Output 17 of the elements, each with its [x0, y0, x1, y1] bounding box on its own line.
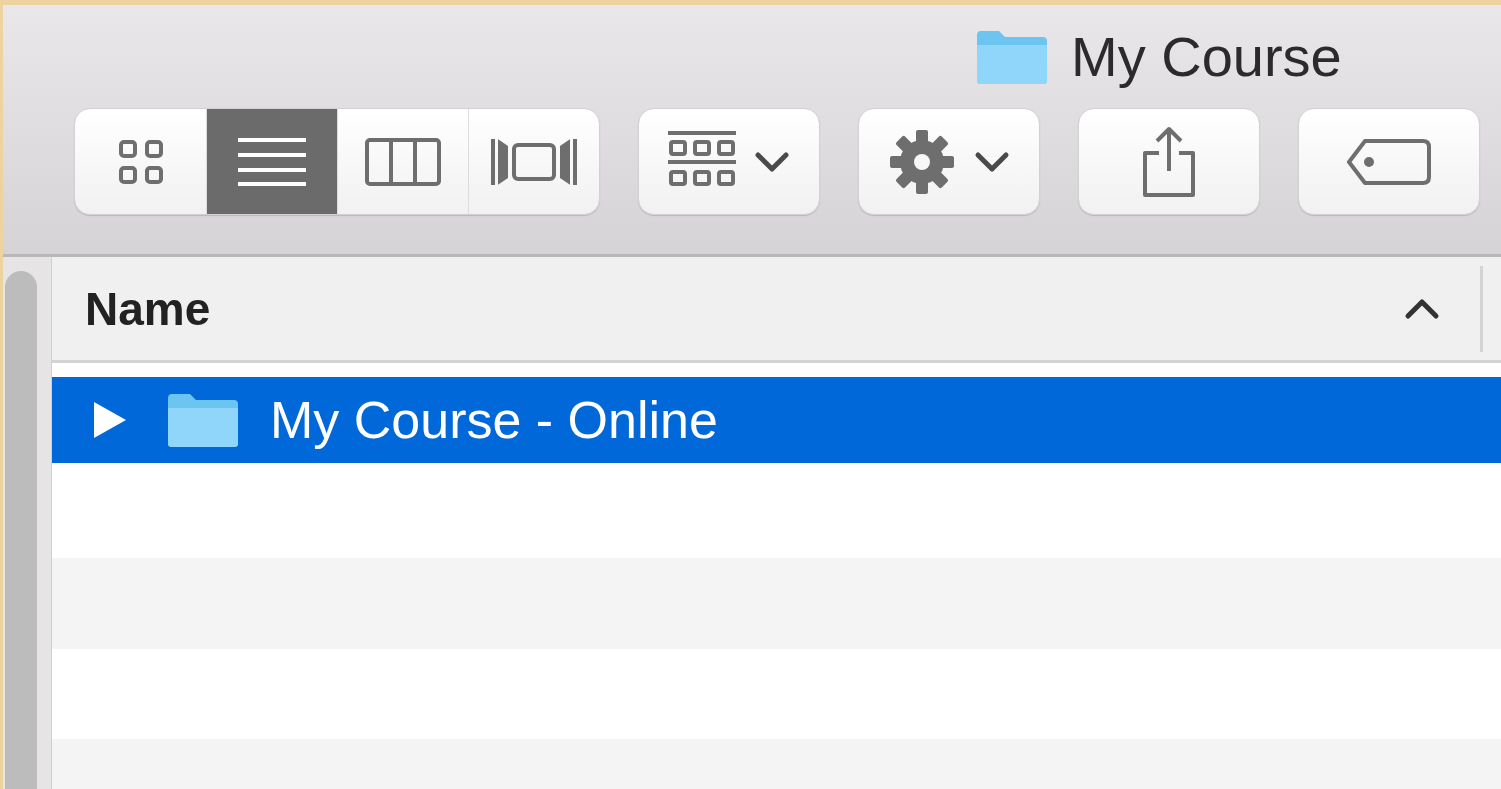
- chevron-down-icon: [754, 150, 790, 173]
- file-row[interactable]: My Course - Online: [52, 377, 1501, 463]
- chevron-down-icon: [974, 150, 1010, 173]
- share-button[interactable]: [1078, 108, 1260, 215]
- share-icon: [1141, 124, 1197, 199]
- group-by-button[interactable]: [638, 108, 820, 215]
- gallery-icon: [490, 136, 578, 187]
- tag-icon: [1347, 136, 1431, 187]
- folder-icon: [166, 391, 240, 449]
- column-header[interactable]: Name: [52, 257, 1501, 363]
- action-menu-button[interactable]: [858, 108, 1040, 215]
- gear-icon: [888, 127, 956, 196]
- tags-button[interactable]: [1298, 108, 1480, 215]
- columns-icon: [365, 137, 441, 186]
- list-icon: [238, 136, 306, 187]
- view-mode-button[interactable]: [206, 109, 337, 214]
- grid-icon: [116, 137, 165, 186]
